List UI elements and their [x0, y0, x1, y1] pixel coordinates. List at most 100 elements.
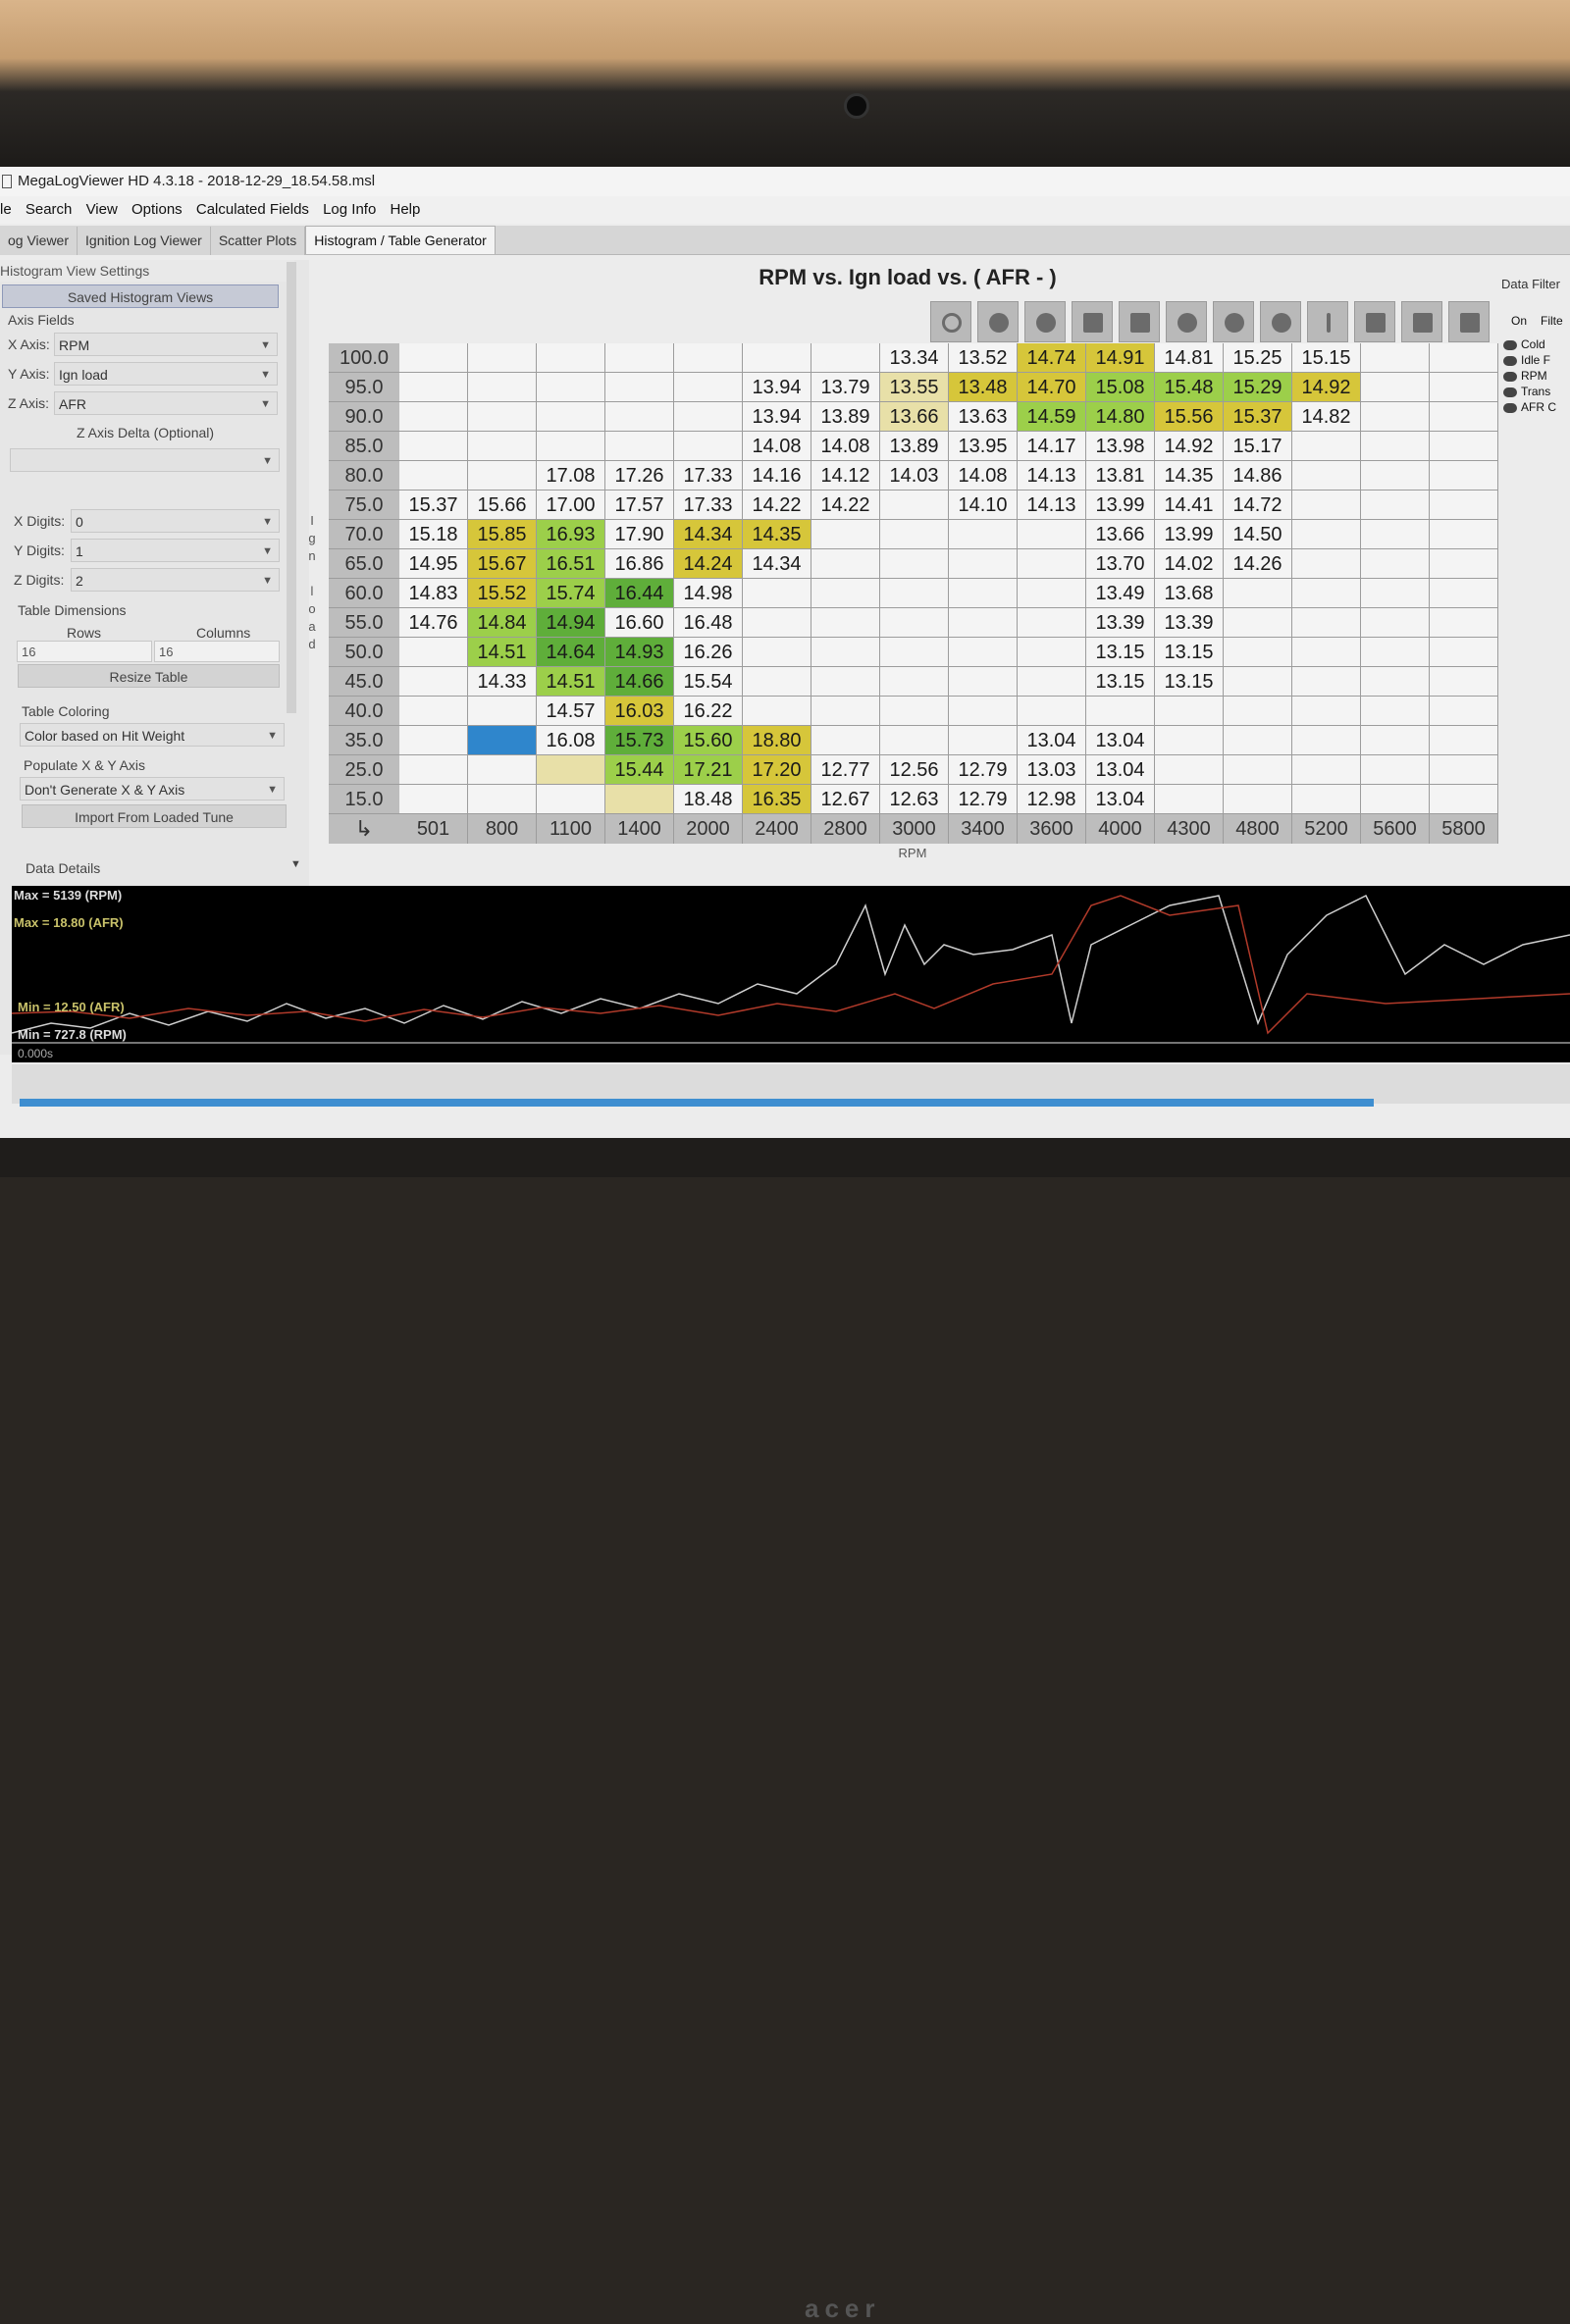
table-cell[interactable]: 17.33 — [674, 461, 743, 491]
table-cell[interactable] — [1361, 549, 1430, 579]
tab-log-viewer[interactable]: og Viewer — [0, 227, 78, 255]
table-cell[interactable]: 13.66 — [1086, 520, 1155, 549]
table-cell[interactable] — [1361, 579, 1430, 608]
y-axis-cell[interactable]: 65.0 — [329, 549, 399, 579]
table-cell[interactable]: 13.99 — [1086, 491, 1155, 520]
table-cell[interactable]: 13.55 — [880, 373, 949, 402]
minus-button[interactable] — [1166, 301, 1207, 342]
table-cell[interactable]: 13.04 — [1086, 755, 1155, 785]
table-cell[interactable]: 14.94 — [537, 608, 605, 638]
table-cell[interactable] — [1224, 608, 1292, 638]
toggle-icon[interactable] — [1503, 371, 1517, 382]
table-cell[interactable] — [537, 373, 605, 402]
table-cell[interactable] — [399, 343, 468, 373]
table-cell[interactable] — [1361, 638, 1430, 667]
data-filter-item[interactable]: Trans — [1503, 385, 1550, 398]
table-cell[interactable] — [468, 785, 537, 814]
table-cell[interactable] — [605, 373, 674, 402]
table-cell[interactable] — [949, 697, 1018, 726]
table-cell[interactable]: 15.56 — [1155, 402, 1224, 432]
table-cell[interactable]: 15.44 — [605, 755, 674, 785]
table-cell[interactable] — [1361, 520, 1430, 549]
y-axis-cell[interactable]: 85.0 — [329, 432, 399, 461]
table-cell[interactable]: 14.92 — [1155, 432, 1224, 461]
table-cell[interactable] — [1430, 402, 1498, 432]
table-cell[interactable] — [1430, 520, 1498, 549]
refresh-button[interactable] — [930, 301, 971, 342]
x-axis-select[interactable]: RPM ▼ — [54, 333, 278, 356]
x-axis-cell[interactable]: 4300 — [1155, 814, 1224, 844]
table-cell[interactable]: 13.15 — [1155, 667, 1224, 697]
table-cell[interactable] — [1018, 638, 1086, 667]
table-cell[interactable]: 15.37 — [399, 491, 468, 520]
table-cell[interactable]: 16.44 — [605, 579, 674, 608]
table-cell[interactable]: 14.24 — [674, 549, 743, 579]
table-cell[interactable] — [880, 638, 949, 667]
table-cell[interactable] — [1292, 432, 1361, 461]
table-cell[interactable]: 14.08 — [811, 432, 880, 461]
table-cell[interactable] — [399, 785, 468, 814]
table-cell[interactable]: 14.51 — [537, 667, 605, 697]
table-cell[interactable] — [811, 520, 880, 549]
table-cell[interactable]: 12.79 — [949, 755, 1018, 785]
y-axis-cell[interactable]: 25.0 — [329, 755, 399, 785]
x-axis-cell[interactable]: 2800 — [811, 814, 880, 844]
x-axis-cell[interactable]: 3000 — [880, 814, 949, 844]
table-cell[interactable] — [1430, 608, 1498, 638]
data-filter-item[interactable]: RPM — [1503, 369, 1547, 383]
table-cell[interactable]: 14.70 — [1018, 373, 1086, 402]
decrease-button[interactable] — [1119, 301, 1160, 342]
table-cell[interactable] — [880, 549, 949, 579]
table-cell[interactable]: 16.51 — [537, 549, 605, 579]
table-cell[interactable]: 13.99 — [1155, 520, 1224, 549]
table-cell[interactable]: 13.39 — [1086, 608, 1155, 638]
table-cell[interactable]: 14.66 — [605, 667, 674, 697]
x-axis-cell[interactable]: 2400 — [743, 814, 811, 844]
table-cell[interactable] — [399, 638, 468, 667]
table-cell[interactable]: 13.94 — [743, 402, 811, 432]
table-cell[interactable]: 16.08 — [537, 726, 605, 755]
table-cell[interactable] — [399, 667, 468, 697]
table-cell[interactable] — [1430, 667, 1498, 697]
table-cell[interactable]: 14.08 — [949, 461, 1018, 491]
rows-button[interactable] — [1354, 301, 1395, 342]
table-cell[interactable] — [1430, 549, 1498, 579]
table-cell[interactable]: 17.33 — [674, 491, 743, 520]
x-axis-cell[interactable]: 501 — [399, 814, 468, 844]
table-cell[interactable]: 14.80 — [1086, 402, 1155, 432]
table-cell[interactable] — [1430, 579, 1498, 608]
x-axis-cell[interactable]: 1100 — [537, 814, 605, 844]
table-cell[interactable]: 15.08 — [1086, 373, 1155, 402]
table-cell[interactable] — [1292, 520, 1361, 549]
table-cell[interactable] — [1361, 785, 1430, 814]
y-axis-cell[interactable]: 95.0 — [329, 373, 399, 402]
toggle-icon[interactable] — [1503, 355, 1517, 366]
table-cell[interactable] — [537, 755, 605, 785]
table-cell[interactable]: 14.84 — [468, 608, 537, 638]
table-cell[interactable]: 14.72 — [1224, 491, 1292, 520]
table-cell[interactable]: 14.50 — [1224, 520, 1292, 549]
table-cell[interactable]: 14.76 — [399, 608, 468, 638]
menu-help[interactable]: Help — [390, 201, 420, 218]
table-cell[interactable] — [1155, 755, 1224, 785]
toggle-icon[interactable] — [1503, 387, 1517, 397]
table-cell[interactable]: 13.49 — [1086, 579, 1155, 608]
table-cell[interactable] — [1430, 755, 1498, 785]
table-cell[interactable] — [743, 697, 811, 726]
y-axis-cell[interactable]: 40.0 — [329, 697, 399, 726]
table-cell[interactable]: 14.83 — [399, 579, 468, 608]
table-cell[interactable] — [1224, 755, 1292, 785]
tab-scatter-plots[interactable]: Scatter Plots — [210, 227, 306, 255]
import-from-loaded-tune-button[interactable]: Import From Loaded Tune — [22, 804, 287, 828]
table-cell[interactable] — [1430, 432, 1498, 461]
table-cell[interactable] — [1430, 373, 1498, 402]
table-cell[interactable]: 14.57 — [537, 697, 605, 726]
table-cell[interactable]: 14.34 — [674, 520, 743, 549]
x-axis-cell[interactable]: 3400 — [949, 814, 1018, 844]
table-cell[interactable]: 13.04 — [1018, 726, 1086, 755]
table-cell[interactable]: 14.74 — [1018, 343, 1086, 373]
increase-button[interactable] — [1072, 301, 1113, 342]
table-cell[interactable] — [1018, 579, 1086, 608]
table-cell[interactable] — [743, 638, 811, 667]
table-cell[interactable]: 12.67 — [811, 785, 880, 814]
